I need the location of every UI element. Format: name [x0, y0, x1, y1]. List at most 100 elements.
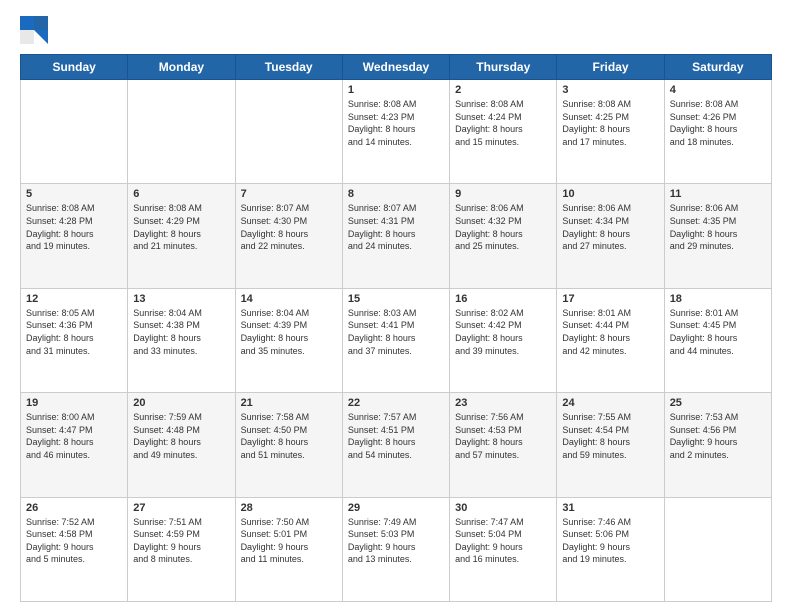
calendar-day-cell: 27Sunrise: 7:51 AM Sunset: 4:59 PM Dayli…	[128, 497, 235, 601]
logo	[20, 16, 52, 44]
day-number: 12	[26, 293, 122, 305]
day-number: 30	[455, 502, 551, 514]
calendar-day-cell	[128, 80, 235, 184]
day-number: 25	[670, 397, 766, 409]
day-number: 9	[455, 188, 551, 200]
calendar-day-cell: 1 Sunrise: 8:08 AM Sunset: 4:23 PM Daylig…	[342, 80, 449, 184]
calendar-week-row: 12 Sunrise: 8:05 AM Sunset: 4:36 PM Dayli…	[21, 288, 772, 392]
day-info: Sunrise: 7:56 AM Sunset: 4:53 PM Dayligh…	[455, 411, 551, 461]
day-number: 21	[241, 397, 337, 409]
calendar-day-cell: 10 Sunrise: 8:06 AM Sunset: 4:34 PM Dayli…	[557, 184, 664, 288]
day-info: Sunrise: 7:46 AM Sunset: 5:06 PM Dayligh…	[562, 516, 658, 566]
day-info: Sunrise: 8:04 AM Sunset: 4:39 PM Dayligh…	[241, 307, 337, 357]
day-number: 26	[26, 502, 122, 514]
day-info: Sunrise: 8:08 AM Sunset: 4:25 PM Dayligh…	[562, 98, 658, 148]
day-number: 22	[348, 397, 444, 409]
day-info: Sunrise: 8:06 AM Sunset: 4:34 PM Dayligh…	[562, 202, 658, 252]
day-number: 5	[26, 188, 122, 200]
calendar-day-cell: 28Sunrise: 7:50 AM Sunset: 5:01 PM Dayli…	[235, 497, 342, 601]
day-number: 23	[455, 397, 551, 409]
calendar-day-cell: 7 Sunrise: 8:07 AM Sunset: 4:30 PM Daylig…	[235, 184, 342, 288]
day-number: 1	[348, 84, 444, 96]
day-info: Sunrise: 8:00 AM Sunset: 4:47 PM Dayligh…	[26, 411, 122, 461]
day-number: 18	[670, 293, 766, 305]
calendar-day-cell: 5 Sunrise: 8:08 AM Sunset: 4:28 PM Daylig…	[21, 184, 128, 288]
day-number: 24	[562, 397, 658, 409]
calendar-day-cell: 19Sunrise: 8:00 AM Sunset: 4:47 PM Dayli…	[21, 393, 128, 497]
day-number: 29	[348, 502, 444, 514]
day-info: Sunrise: 8:01 AM Sunset: 4:44 PM Dayligh…	[562, 307, 658, 357]
day-of-week-header: Thursday	[450, 55, 557, 80]
calendar-day-cell: 25 Sunrise: 7:53 AM Sunset: 4:56 PM Dayli…	[664, 393, 771, 497]
calendar-day-cell: 4Sunrise: 8:08 AM Sunset: 4:26 PM Daylig…	[664, 80, 771, 184]
day-info: Sunrise: 8:06 AM Sunset: 4:32 PM Dayligh…	[455, 202, 551, 252]
calendar-week-row: 5 Sunrise: 8:08 AM Sunset: 4:28 PM Daylig…	[21, 184, 772, 288]
logo-icon	[20, 16, 48, 44]
day-info: Sunrise: 7:57 AM Sunset: 4:51 PM Dayligh…	[348, 411, 444, 461]
day-number: 7	[241, 188, 337, 200]
calendar-day-cell: 20 Sunrise: 7:59 AM Sunset: 4:48 PM Dayli…	[128, 393, 235, 497]
day-number: 10	[562, 188, 658, 200]
day-info: Sunrise: 7:53 AM Sunset: 4:56 PM Dayligh…	[670, 411, 766, 461]
calendar-day-cell: 11Sunrise: 8:06 AM Sunset: 4:35 PM Dayli…	[664, 184, 771, 288]
calendar-day-cell: 15 Sunrise: 8:03 AM Sunset: 4:41 PM Dayli…	[342, 288, 449, 392]
day-info: Sunrise: 8:04 AM Sunset: 4:38 PM Dayligh…	[133, 307, 229, 357]
calendar-day-cell: 6 Sunrise: 8:08 AM Sunset: 4:29 PM Daylig…	[128, 184, 235, 288]
calendar-day-cell: 17 Sunrise: 8:01 AM Sunset: 4:44 PM Dayli…	[557, 288, 664, 392]
day-info: Sunrise: 7:58 AM Sunset: 4:50 PM Dayligh…	[241, 411, 337, 461]
day-number: 2	[455, 84, 551, 96]
day-info: Sunrise: 8:08 AM Sunset: 4:23 PM Dayligh…	[348, 98, 444, 148]
day-of-week-header: Friday	[557, 55, 664, 80]
day-of-week-header: Monday	[128, 55, 235, 80]
day-number: 4	[670, 84, 766, 96]
calendar-week-row: 19Sunrise: 8:00 AM Sunset: 4:47 PM Dayli…	[21, 393, 772, 497]
header	[20, 16, 772, 44]
calendar-day-cell: 2 Sunrise: 8:08 AM Sunset: 4:24 PM Daylig…	[450, 80, 557, 184]
day-number: 17	[562, 293, 658, 305]
page: SundayMondayTuesdayWednesdayThursdayFrid…	[0, 0, 792, 612]
calendar-day-cell: 22 Sunrise: 7:57 AM Sunset: 4:51 PM Dayli…	[342, 393, 449, 497]
calendar-day-cell: 26 Sunrise: 7:52 AM Sunset: 4:58 PM Dayli…	[21, 497, 128, 601]
day-of-week-header: Wednesday	[342, 55, 449, 80]
day-number: 3	[562, 84, 658, 96]
day-info: Sunrise: 8:03 AM Sunset: 4:41 PM Dayligh…	[348, 307, 444, 357]
calendar-day-cell: 8Sunrise: 8:07 AM Sunset: 4:31 PM Daylig…	[342, 184, 449, 288]
day-info: Sunrise: 8:07 AM Sunset: 4:30 PM Dayligh…	[241, 202, 337, 252]
day-number: 15	[348, 293, 444, 305]
calendar-day-cell: 21 Sunrise: 7:58 AM Sunset: 4:50 PM Dayli…	[235, 393, 342, 497]
day-of-week-header: Tuesday	[235, 55, 342, 80]
day-number: 27	[133, 502, 229, 514]
calendar-day-cell: 12 Sunrise: 8:05 AM Sunset: 4:36 PM Dayli…	[21, 288, 128, 392]
day-info: Sunrise: 7:47 AM Sunset: 5:04 PM Dayligh…	[455, 516, 551, 566]
day-number: 13	[133, 293, 229, 305]
calendar-table: SundayMondayTuesdayWednesdayThursdayFrid…	[20, 54, 772, 602]
calendar-day-cell: 9 Sunrise: 8:06 AM Sunset: 4:32 PM Daylig…	[450, 184, 557, 288]
day-number: 14	[241, 293, 337, 305]
calendar-day-cell	[21, 80, 128, 184]
day-info: Sunrise: 7:59 AM Sunset: 4:48 PM Dayligh…	[133, 411, 229, 461]
calendar-day-cell: 29Sunrise: 7:49 AM Sunset: 5:03 PM Dayli…	[342, 497, 449, 601]
calendar-day-cell: 23 Sunrise: 7:56 AM Sunset: 4:53 PM Dayli…	[450, 393, 557, 497]
calendar-header-row: SundayMondayTuesdayWednesdayThursdayFrid…	[21, 55, 772, 80]
day-info: Sunrise: 7:52 AM Sunset: 4:58 PM Dayligh…	[26, 516, 122, 566]
day-number: 8	[348, 188, 444, 200]
day-info: Sunrise: 8:08 AM Sunset: 4:28 PM Dayligh…	[26, 202, 122, 252]
day-info: Sunrise: 7:55 AM Sunset: 4:54 PM Dayligh…	[562, 411, 658, 461]
day-number: 28	[241, 502, 337, 514]
day-info: Sunrise: 8:01 AM Sunset: 4:45 PM Dayligh…	[670, 307, 766, 357]
calendar-day-cell: 16Sunrise: 8:02 AM Sunset: 4:42 PM Dayli…	[450, 288, 557, 392]
calendar-day-cell: 24 Sunrise: 7:55 AM Sunset: 4:54 PM Dayli…	[557, 393, 664, 497]
calendar-day-cell: 31 Sunrise: 7:46 AM Sunset: 5:06 PM Dayli…	[557, 497, 664, 601]
day-of-week-header: Sunday	[21, 55, 128, 80]
calendar-day-cell: 30 Sunrise: 7:47 AM Sunset: 5:04 PM Dayli…	[450, 497, 557, 601]
day-number: 20	[133, 397, 229, 409]
calendar-day-cell: 3 Sunrise: 8:08 AM Sunset: 4:25 PM Daylig…	[557, 80, 664, 184]
day-number: 6	[133, 188, 229, 200]
day-info: Sunrise: 8:08 AM Sunset: 4:29 PM Dayligh…	[133, 202, 229, 252]
day-info: Sunrise: 8:05 AM Sunset: 4:36 PM Dayligh…	[26, 307, 122, 357]
day-number: 31	[562, 502, 658, 514]
day-of-week-header: Saturday	[664, 55, 771, 80]
day-info: Sunrise: 8:08 AM Sunset: 4:24 PM Dayligh…	[455, 98, 551, 148]
calendar-day-cell	[664, 497, 771, 601]
calendar-day-cell	[235, 80, 342, 184]
